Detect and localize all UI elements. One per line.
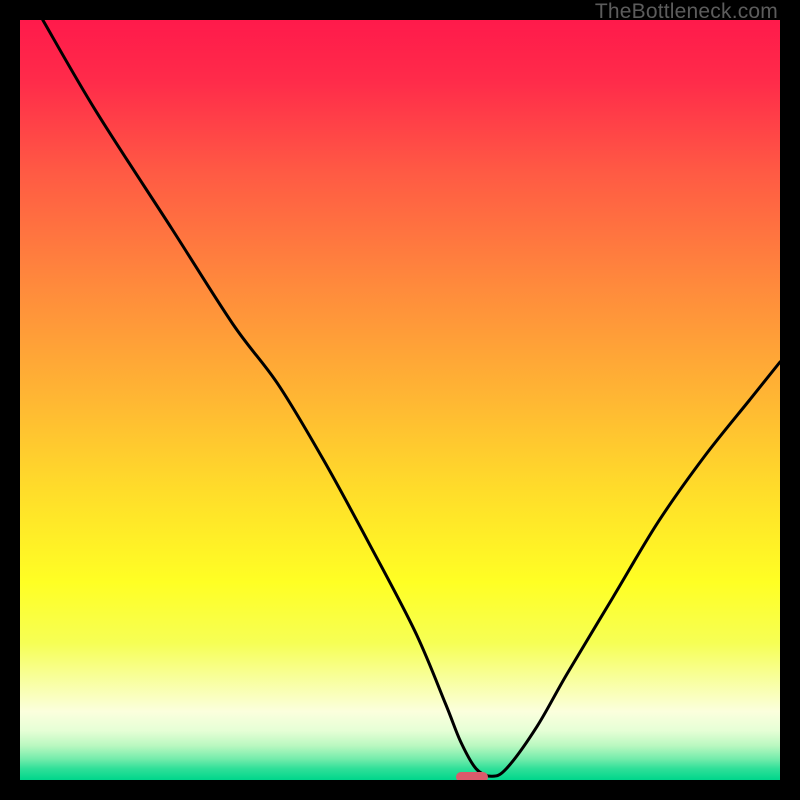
chart-frame: TheBottleneck.com [0,0,800,800]
bottleneck-curve [20,20,780,780]
plot-area [20,20,780,780]
watermark-text: TheBottleneck.com [595,0,778,24]
optimal-region-marker [456,772,488,780]
